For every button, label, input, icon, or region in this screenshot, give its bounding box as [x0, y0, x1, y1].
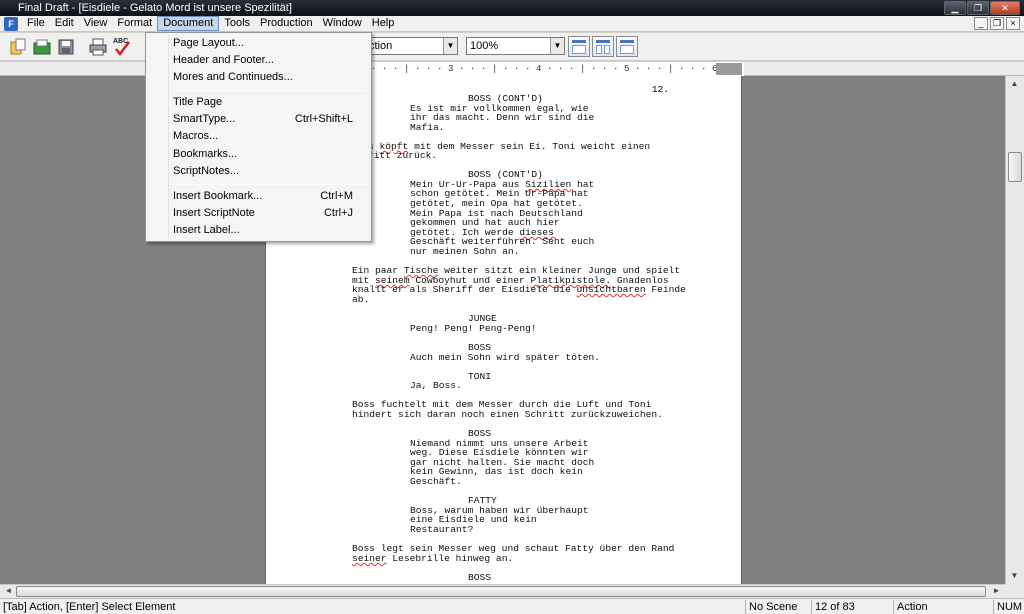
doc-restore-button[interactable]: ❐: [990, 17, 1004, 30]
vertical-scroll-thumb[interactable]: [1008, 152, 1022, 182]
action-line[interactable]: ritt zurück.: [368, 151, 437, 161]
dialogue-line[interactable]: Restaurant?: [410, 525, 473, 535]
doc-close-button[interactable]: ×: [1006, 17, 1020, 30]
menu-item-shortcut: Ctrl+Shift+L: [294, 113, 353, 125]
menu-item-insert-scriptnote[interactable]: Insert ScriptNote Ctrl+J: [148, 205, 369, 222]
status-element: Action: [893, 600, 993, 614]
status-hint: [Tab] Action, [Enter] Select Element: [3, 601, 176, 613]
vertical-scrollbar[interactable]: ▲ ▼: [1005, 76, 1024, 584]
menu-window[interactable]: Window: [318, 16, 367, 31]
scrollbar-corner: [1005, 584, 1024, 598]
chevron-down-icon[interactable]: ▼: [443, 38, 457, 54]
normal-view-button[interactable]: [568, 36, 590, 57]
spellcheck-icon[interactable]: ABC: [112, 37, 132, 57]
dialogue-line[interactable]: Geschäft.: [410, 477, 462, 487]
horizontal-scroll-thumb[interactable]: [16, 586, 986, 597]
speed-view-button[interactable]: [616, 36, 638, 57]
document-menu: Page Layout... Header and Footer... More…: [145, 32, 372, 242]
menu-item-mores-continueds[interactable]: Mores and Continueds...: [148, 69, 369, 86]
element-selector[interactable]: ction ▼: [365, 37, 458, 55]
menu-view[interactable]: View: [79, 16, 113, 31]
menu-item-macros[interactable]: Macros...: [148, 128, 369, 145]
menu-item-bookmarks[interactable]: Bookmarks...: [148, 146, 369, 163]
dialogue-line[interactable]: Mafia.: [410, 123, 445, 133]
menu-tools[interactable]: Tools: [219, 16, 255, 31]
menu-item-smarttype[interactable]: SmartType... Ctrl+Shift+L: [148, 111, 369, 128]
menu-document[interactable]: Document: [157, 16, 220, 31]
menu-item-header-footer[interactable]: Header and Footer...: [148, 52, 369, 69]
menu-item-label: Insert Label...: [173, 224, 240, 236]
menu-bar: F File Edit View Format Document Tools P…: [0, 16, 1024, 32]
dialogue-line[interactable]: Auch mein Sohn wird später töten.: [410, 353, 600, 363]
action-line[interactable]: knallt er als Sheriff der Eisdiele die u…: [352, 285, 686, 295]
status-numlock: NUM: [993, 600, 1024, 614]
zoom-value: 100%: [470, 40, 499, 52]
menu-production[interactable]: Production: [255, 16, 318, 31]
menu-item-label: Header and Footer...: [173, 54, 274, 66]
menu-edit[interactable]: Edit: [50, 16, 79, 31]
menu-item-shortcut: Ctrl+J: [323, 207, 353, 219]
menu-item-label: Title Page: [173, 96, 223, 108]
minimize-button[interactable]: ▁: [944, 1, 966, 15]
spellcheck-label: ABC: [113, 38, 129, 45]
scroll-left-arrow[interactable]: ◄: [0, 584, 17, 598]
horizontal-scrollbar[interactable]: ◄ ►: [0, 584, 1005, 598]
menu-item-label: Page Layout...: [173, 37, 244, 49]
menu-item-insert-label[interactable]: Insert Label...: [148, 222, 369, 239]
menu-separator: [171, 90, 367, 91]
character-name[interactable]: TONI: [468, 372, 491, 382]
maximize-button[interactable]: ❐: [967, 1, 989, 15]
menu-item-label: Macros...: [173, 130, 219, 142]
scroll-down-arrow[interactable]: ▼: [1006, 568, 1023, 584]
title-bar: Final Draft - [Eisdiele - Gelato Mord is…: [0, 0, 1024, 16]
ruler-scale: 2 · · · | · · · 3 · · · | · · · 4 · · · …: [360, 62, 744, 76]
scroll-up-arrow[interactable]: ▲: [1006, 76, 1023, 92]
app-icon[interactable]: F: [4, 16, 18, 31]
element-selector-value: ction: [369, 40, 393, 52]
page-number: 12.: [651, 84, 669, 95]
menu-format[interactable]: Format: [112, 16, 157, 31]
action-line[interactable]: hindert sich daran noch einen Schritt zu…: [352, 410, 663, 420]
action-line[interactable]: seiner Lesebrille hinweg an.: [352, 554, 513, 564]
close-button[interactable]: ✕: [990, 1, 1020, 15]
status-page: 12 of 83: [811, 600, 893, 614]
status-bar: [Tab] Action, [Enter] Select Element No …: [0, 598, 1024, 614]
menu-separator: [171, 184, 367, 185]
scroll-right-arrow[interactable]: ►: [988, 584, 1005, 598]
character-name[interactable]: BOSS: [468, 573, 491, 583]
menu-item-label: Mores and Continueds...: [173, 71, 293, 83]
dialogue-line[interactable]: nur meinen Sohn an.: [410, 247, 519, 257]
zoom-selector[interactable]: 100% ▼: [466, 37, 565, 55]
menu-file[interactable]: File: [22, 16, 50, 31]
window-title: Final Draft - [Eisdiele - Gelato Mord is…: [18, 2, 292, 14]
menu-item-label: ScriptNotes...: [173, 165, 240, 177]
new-document-icon[interactable]: [8, 37, 28, 57]
menu-item-label: Insert Bookmark...: [173, 190, 263, 202]
menu-item-shortcut: Ctrl+M: [320, 190, 353, 202]
menu-item-label: Insert ScriptNote: [173, 207, 255, 219]
menu-item-title-page[interactable]: Title Page: [148, 94, 369, 111]
menu-item-page-layout[interactable]: Page Layout...: [148, 35, 369, 52]
status-scene: No Scene: [745, 600, 811, 614]
dialogue-line[interactable]: Ja, Boss.: [410, 381, 462, 391]
menu-help[interactable]: Help: [367, 16, 400, 31]
action-line[interactable]: ab.: [352, 295, 369, 305]
menu-item-label: Bookmarks...: [173, 148, 238, 160]
menu-item-insert-bookmark[interactable]: Insert Bookmark... Ctrl+M: [148, 188, 369, 205]
save-icon[interactable]: [56, 37, 76, 57]
menu-item-label: SmartType...: [173, 113, 236, 125]
open-folder-icon[interactable]: [32, 37, 52, 57]
chevron-down-icon[interactable]: ▼: [550, 38, 564, 54]
doc-minimize-button[interactable]: _: [974, 17, 988, 30]
ruler-margin-marker[interactable]: [716, 63, 742, 75]
dialogue-line[interactable]: Peng! Peng! Peng-Peng!: [410, 324, 537, 334]
menu-item-scriptnotes[interactable]: ScriptNotes...: [148, 163, 369, 180]
print-icon[interactable]: [88, 37, 108, 57]
page-view-button[interactable]: [592, 36, 614, 57]
